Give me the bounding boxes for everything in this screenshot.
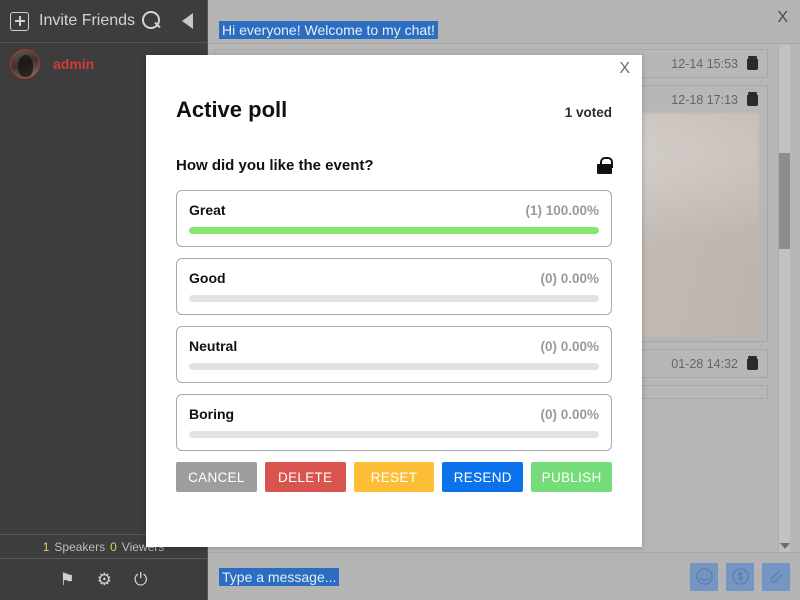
active-poll-modal: X Active poll 1 voted How did you like t… <box>146 55 642 547</box>
publish-button[interactable]: PUBLISH <box>531 462 612 492</box>
cancel-button[interactable]: CANCEL <box>176 462 257 492</box>
chat-input-bar: Type a message... <box>208 552 800 600</box>
attachment-icon[interactable] <box>762 563 790 591</box>
speakers-label: Speakers <box>54 540 105 554</box>
close-icon[interactable]: X <box>619 60 630 78</box>
option-label: Boring <box>189 406 234 422</box>
lock-closed-icon <box>597 157 612 174</box>
viewers-count: 0 <box>110 540 117 554</box>
voted-count: 1 voted <box>565 105 612 120</box>
message-timestamp: 01-28 14:32 <box>671 357 738 371</box>
modal-actions: CANCEL DELETE RESET RESEND PUBLISH <box>176 462 612 492</box>
option-percent: (0) 0.00% <box>540 271 599 286</box>
tip-dollar-icon[interactable] <box>726 563 754 591</box>
modal-header: Active poll 1 voted <box>176 97 612 123</box>
option-bar-fill <box>189 227 599 234</box>
trash-icon[interactable] <box>746 92 759 107</box>
chat-scrollbar-thumb[interactable] <box>779 153 790 249</box>
delete-button[interactable]: DELETE <box>265 462 346 492</box>
option-percent: (0) 0.00% <box>540 407 599 422</box>
option-bar-track <box>189 431 599 438</box>
gear-icon[interactable]: ⚙ <box>97 571 112 588</box>
search-icon[interactable] <box>139 9 163 33</box>
message-input[interactable]: Type a message... <box>219 568 339 586</box>
sidebar-username: admin <box>53 56 94 72</box>
poll-options: Great (1) 100.00% Good (0) 0.00% <box>176 190 612 451</box>
invite-friends-label[interactable]: Invite Friends <box>39 12 135 30</box>
power-icon[interactable]: ⏻ <box>134 571 147 588</box>
resend-button[interactable]: RESEND <box>442 462 523 492</box>
sidebar-header: Invite Friends <box>0 0 207 43</box>
message-timestamp: 12-14 15:53 <box>671 57 738 71</box>
welcome-message: Hi everyone! Welcome to my chat! <box>219 21 438 39</box>
poll-question: How did you like the event? <box>176 157 374 174</box>
option-bar-track <box>189 227 599 234</box>
option-label: Great <box>189 202 226 218</box>
list-item[interactable]: Boring (0) 0.00% <box>176 394 612 451</box>
option-bar-track <box>189 363 599 370</box>
user-avatar <box>10 49 40 79</box>
sidebar-toolbar: ⚑ ⚙ ⏻ <box>0 558 207 600</box>
option-percent: (0) 0.00% <box>540 339 599 354</box>
option-label: Good <box>189 270 226 286</box>
collapse-left-icon[interactable] <box>182 13 193 29</box>
list-item[interactable]: Good (0) 0.00% <box>176 258 612 315</box>
reset-button[interactable]: RESET <box>354 462 435 492</box>
chat-scrollbar[interactable] <box>778 45 790 552</box>
option-label: Neutral <box>189 338 237 354</box>
speakers-count: 1 <box>43 540 50 554</box>
option-percent: (1) 100.00% <box>525 203 599 218</box>
scroll-down-arrow[interactable] <box>780 543 790 549</box>
list-item[interactable]: Great (1) 100.00% <box>176 190 612 247</box>
message-timestamp: 12-18 17:13 <box>671 93 738 107</box>
page-title: Active poll <box>176 97 287 123</box>
pin-icon[interactable]: ⚑ <box>60 571 75 588</box>
list-item[interactable]: Neutral (0) 0.00% <box>176 326 612 383</box>
app-root: Invite Friends admin 1 Speakers 0 Viewer… <box>0 0 800 600</box>
plus-box-icon[interactable] <box>10 12 29 31</box>
window-close-button[interactable]: X <box>777 9 788 27</box>
chat-input-icons <box>690 563 790 591</box>
option-bar-track <box>189 295 599 302</box>
poll-question-row: How did you like the event? <box>176 157 612 174</box>
emoji-icon[interactable] <box>690 563 718 591</box>
chat-topbar: Hi everyone! Welcome to my chat! X <box>208 0 800 44</box>
trash-icon[interactable] <box>746 56 759 71</box>
trash-icon[interactable] <box>746 356 759 371</box>
